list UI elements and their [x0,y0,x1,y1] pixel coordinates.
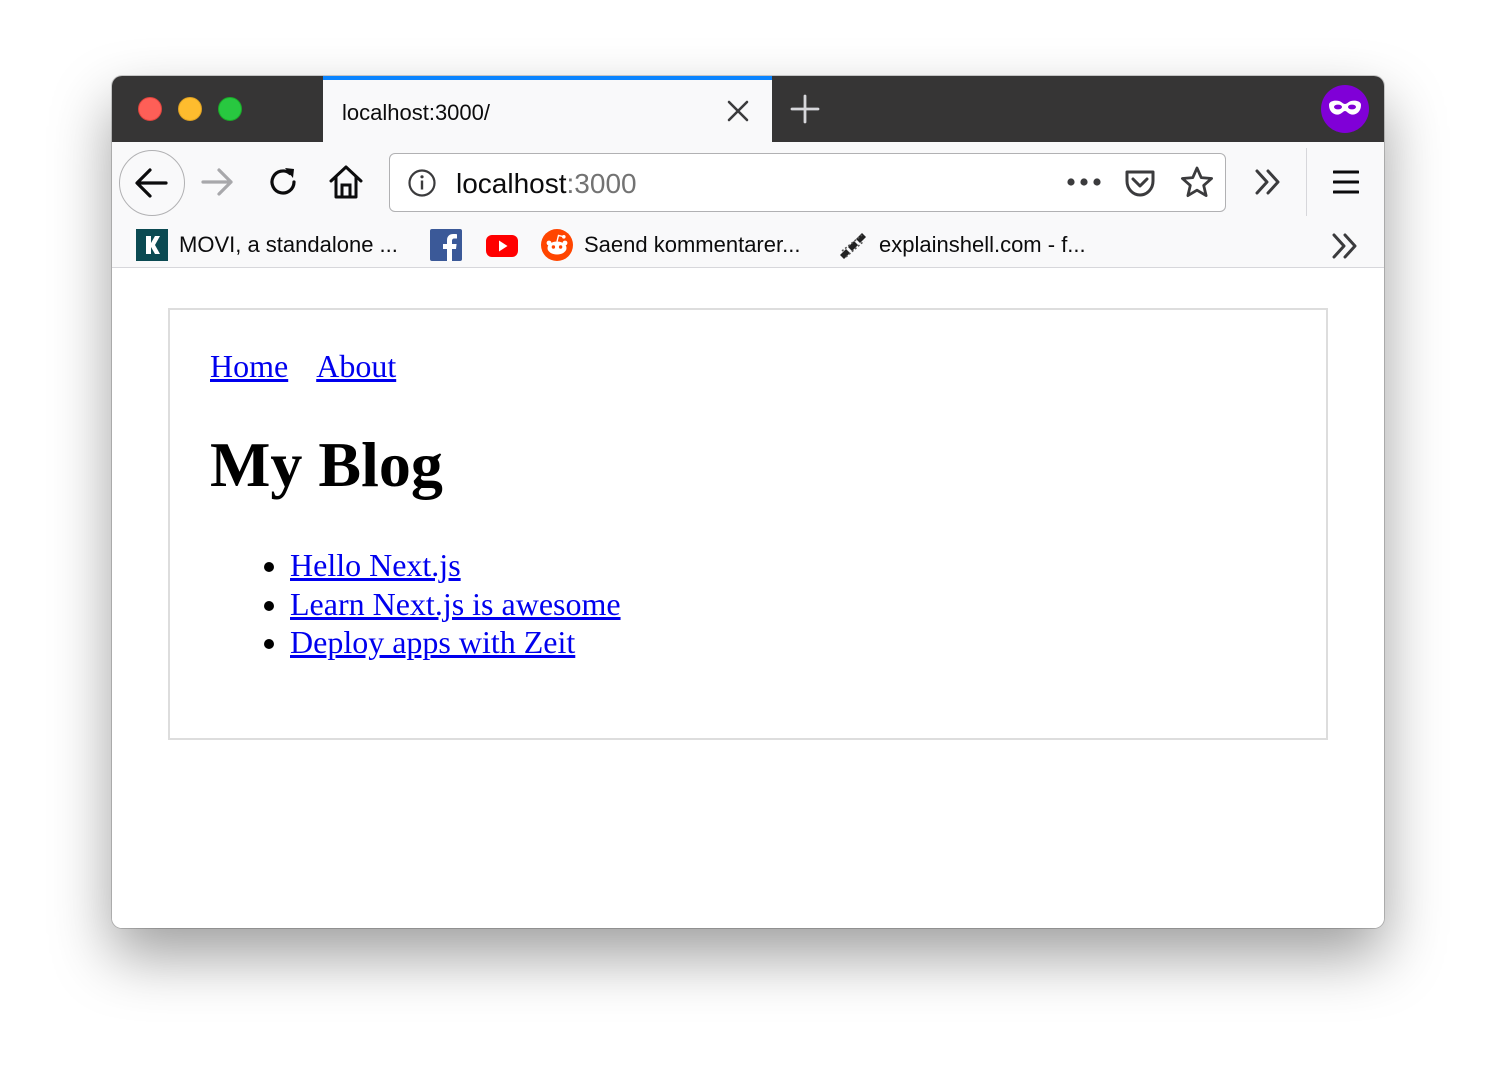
post-link[interactable]: Learn Next.js is awesome [290,586,621,622]
url-text[interactable]: localhost:3000 [456,168,637,200]
post-link[interactable]: Hello Next.js [290,547,461,583]
tab-close-icon[interactable] [725,98,751,124]
bookmark-label: explainshell.com - f... [879,232,1086,257]
youtube-icon [486,235,518,257]
address-bar[interactable]: localhost:3000 [389,153,1226,212]
bookmarks-toolbar: MOVI, a standalone ... Saend kommentarer… [112,222,1384,268]
bookmark-item-reddit[interactable]: Saend kommentarer... [541,228,800,262]
new-tab-plus-icon[interactable] [790,94,820,124]
home-icon[interactable] [328,163,364,201]
tab-active[interactable]: localhost:3000/ [323,76,772,142]
toolbar-separator [1306,148,1307,216]
page-viewport: Home About My Blog Hello Next.js Learn Ne… [112,268,1384,928]
window-minimize-button[interactable] [178,97,202,121]
hamburger-menu-icon[interactable] [1333,169,1359,195]
list-item: Hello Next.js [290,546,621,585]
bookmarks-overflow-chevron-icon[interactable] [1330,231,1360,261]
forward-arrow-icon[interactable] [200,164,236,200]
reddit-icon [541,229,573,261]
page-title: My Blog [210,429,443,500]
back-arrow-icon [135,168,168,198]
tab-title: localhost:3000/ [342,100,490,125]
post-link[interactable]: Deploy apps with Zeit [290,624,575,660]
facebook-icon [430,229,462,261]
url-port: :3000 [566,168,637,199]
explainshell-icon [840,233,866,259]
bookmark-item-movi[interactable]: MOVI, a standalone ... [136,228,398,262]
bookmark-star-icon[interactable] [1179,165,1215,201]
window-maximize-button[interactable] [218,97,242,121]
browser-window: localhost:3000/ localhost:3000 MOVI, a s… [112,76,1384,928]
pocket-icon[interactable] [1123,166,1157,200]
bookmark-label: Saend kommentarer... [584,232,801,257]
nav-link-home[interactable]: Home [210,348,288,384]
list-item: Learn Next.js is awesome [290,585,621,624]
list-item: Deploy apps with Zeit [290,623,621,662]
bookmark-item-facebook[interactable] [430,228,462,262]
movi-icon [136,229,168,261]
tab-strip: localhost:3000/ [112,76,1384,142]
page-actions-more-icon[interactable] [1066,177,1102,187]
reload-icon[interactable] [265,164,301,200]
bookmark-label: MOVI, a standalone ... [179,232,398,257]
bookmark-item-explainshell[interactable]: explainshell.com - f... [836,228,1086,262]
back-button[interactable] [119,150,185,216]
site-info-icon[interactable] [407,168,437,198]
navigation-toolbar: localhost:3000 [112,142,1384,222]
nav-link-about[interactable]: About [316,348,396,384]
site-nav: Home About [210,348,424,385]
blog-layout-container: Home About My Blog Hello Next.js Learn Ne… [168,308,1328,740]
window-close-button[interactable] [138,97,162,121]
overflow-chevron-icon[interactable] [1253,167,1283,197]
private-browsing-mask-icon [1321,85,1369,133]
url-host: localhost [456,168,567,199]
post-list: Hello Next.js Learn Next.js is awesome D… [290,546,621,662]
bookmark-item-youtube[interactable] [486,228,518,262]
